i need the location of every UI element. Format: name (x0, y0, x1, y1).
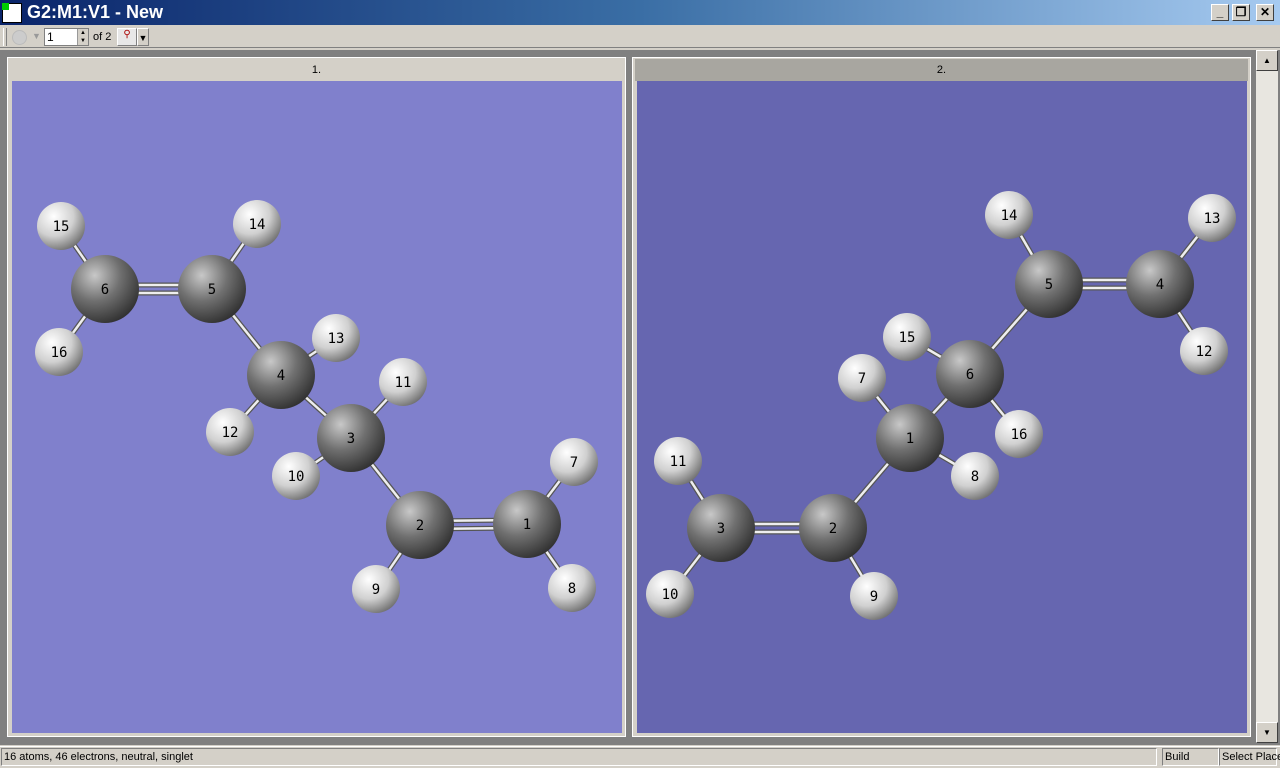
atom-label: 2 (416, 518, 424, 534)
atom-C-1[interactable]: 1 (493, 490, 561, 558)
atom-label: 15 (53, 219, 70, 235)
atom-H-7[interactable]: 7 (838, 354, 886, 402)
atom-label: 5 (208, 282, 216, 298)
atom-H-10[interactable]: 10 (646, 570, 694, 618)
atom-C-3[interactable]: 3 (687, 494, 755, 562)
atom-label: 1 (523, 517, 531, 533)
atom-label: 6 (966, 367, 974, 383)
atom-H-16[interactable]: 16 (995, 410, 1043, 458)
atom-H-12[interactable]: 12 (1180, 327, 1228, 375)
atom-label: 4 (277, 368, 285, 384)
atom-C-5[interactable]: 5 (1015, 250, 1083, 318)
atom-H-12[interactable]: 12 (206, 408, 254, 456)
atom-label: 14 (249, 217, 266, 233)
atom-H-16[interactable]: 16 (35, 328, 83, 376)
atom-label: 3 (717, 521, 725, 537)
atom-H-9[interactable]: 9 (850, 572, 898, 620)
atom-label: 8 (568, 581, 576, 597)
atom-C-1[interactable]: 1 (876, 404, 944, 472)
status-mode: Build (1162, 748, 1219, 766)
atom-label: 12 (222, 425, 239, 441)
atom-H-15[interactable]: 15 (883, 313, 931, 361)
atom-H-10[interactable]: 10 (272, 452, 320, 500)
atom-label: 1 (906, 431, 914, 447)
atom-label: 6 (101, 282, 109, 298)
atom-H-9[interactable]: 9 (352, 565, 400, 613)
atom-label: 13 (1204, 211, 1221, 227)
status-action: Select Placement (1219, 748, 1280, 766)
atom-H-8[interactable]: 8 (951, 452, 999, 500)
atom-label: 3 (347, 431, 355, 447)
atom-C-6[interactable]: 6 (936, 340, 1004, 408)
atom-H-13[interactable]: 13 (1188, 194, 1236, 242)
atom-label: 2 (829, 521, 837, 537)
atom-label: 5 (1045, 277, 1053, 293)
atom-H-11[interactable]: 11 (379, 358, 427, 406)
atom-C-2[interactable]: 2 (799, 494, 867, 562)
atom-label: 10 (662, 587, 679, 603)
atom-H-15[interactable]: 15 (37, 202, 85, 250)
atom-label: 16 (1011, 427, 1028, 443)
status-info: 16 atoms, 46 electrons, neutral, singlet (1, 748, 1157, 766)
atom-H-8[interactable]: 8 (548, 564, 596, 612)
atom-C-4[interactable]: 4 (247, 341, 315, 409)
atom-label: 8 (971, 469, 979, 485)
atom-H-11[interactable]: 11 (654, 437, 702, 485)
atom-label: 7 (858, 371, 866, 387)
atom-C-5[interactable]: 5 (178, 255, 246, 323)
atom-H-14[interactable]: 14 (985, 191, 1033, 239)
atom-C-6[interactable]: 6 (71, 255, 139, 323)
atom-H-14[interactable]: 14 (233, 200, 281, 248)
atom-label: 10 (288, 469, 305, 485)
atom-label: 16 (51, 345, 68, 361)
atom-label: 14 (1001, 208, 1018, 224)
atom-label: 12 (1196, 344, 1213, 360)
atom-C-3[interactable]: 3 (317, 404, 385, 472)
atom-H-7[interactable]: 7 (550, 438, 598, 486)
atom-label: 11 (395, 375, 412, 391)
atom-label: 13 (328, 331, 345, 347)
atom-label: 15 (899, 330, 916, 346)
atom-label: 9 (870, 589, 878, 605)
atom-label: 9 (372, 582, 380, 598)
status-bar: 16 atoms, 46 electrons, neutral, singlet… (0, 746, 1280, 768)
atom-label: 7 (570, 455, 578, 471)
atom-label: 11 (670, 454, 687, 470)
atom-C-4[interactable]: 4 (1126, 250, 1194, 318)
atom-label: 4 (1156, 277, 1164, 293)
molecule-canvas[interactable]: 1234567891011121314151612345678910111213… (0, 0, 1280, 768)
atom-C-2[interactable]: 2 (386, 491, 454, 559)
atom-H-13[interactable]: 13 (312, 314, 360, 362)
